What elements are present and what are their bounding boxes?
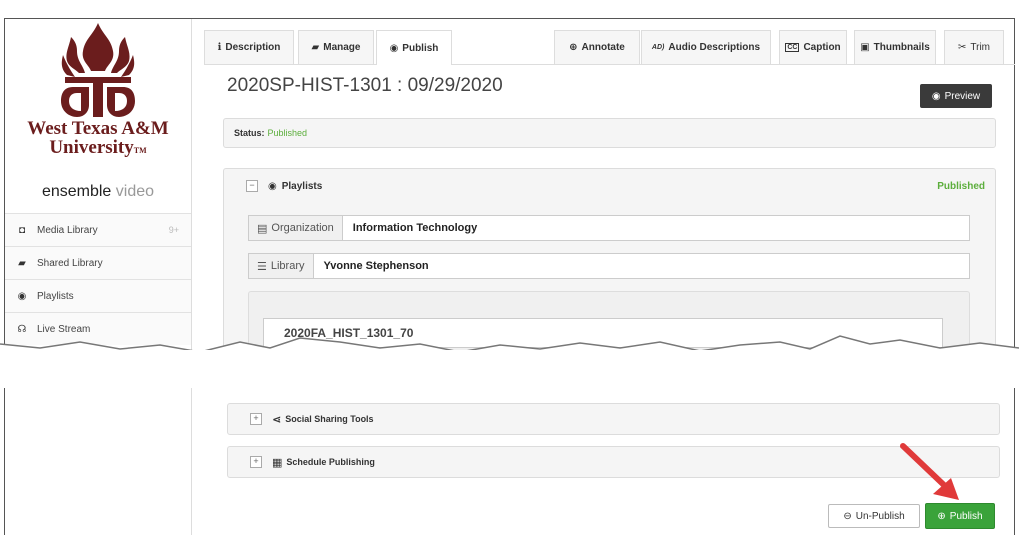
expand-icon[interactable]: + bbox=[250, 413, 262, 425]
trademark: TM bbox=[133, 146, 147, 155]
collapse-icon[interactable]: − bbox=[246, 180, 258, 192]
minus-circle-icon: ⊖ bbox=[843, 510, 852, 522]
playlists-header[interactable]: − ◉ Playlists Published bbox=[224, 169, 995, 203]
audio-description-icon: AD) bbox=[651, 44, 665, 51]
status-panel: Status: Published bbox=[223, 118, 996, 148]
tab-bar: ℹ Description ▰ Manage ◉ Publish ⊕ Annotate … bbox=[204, 30, 1015, 65]
university-logo: West Texas A&M UniversityTM ensemble vid… bbox=[5, 19, 191, 209]
preview-button[interactable]: ◉ Preview bbox=[920, 84, 992, 108]
red-arrow-annotation bbox=[900, 443, 959, 500]
schedule-publishing-panel[interactable]: + ▦ Schedule Publishing bbox=[227, 446, 1000, 478]
sidebar: West Texas A&M UniversityTM ensemble vid… bbox=[5, 19, 192, 535]
image-icon: ▣ bbox=[860, 42, 870, 53]
sidebar-item-media-library[interactable]: ◘ Media Library 9+ bbox=[5, 213, 191, 246]
cc-icon: CC bbox=[785, 43, 800, 52]
unpublish-button[interactable]: ⊖ Un-Publish bbox=[828, 504, 920, 528]
calendar-icon: ▦ bbox=[272, 456, 283, 469]
publish-button[interactable]: ⊕ Publish bbox=[925, 503, 995, 529]
globe-icon: ◉ bbox=[268, 180, 277, 192]
organization-label: ▤ Organization bbox=[249, 216, 343, 240]
tab-trim[interactable]: ✂ Trim bbox=[944, 30, 1004, 64]
sidebar-item-shared-library[interactable]: ▰ Shared Library bbox=[5, 246, 191, 279]
playlists-title: Playlists bbox=[281, 180, 323, 192]
product-name: ensemble video bbox=[41, 183, 155, 200]
tab-thumbnails[interactable]: ▣ Thumbnails bbox=[854, 30, 936, 64]
upload-circle-icon: ⊕ bbox=[937, 510, 946, 522]
building-icon: ▤ bbox=[257, 222, 268, 235]
university-name-line1: West Texas A&M bbox=[27, 118, 169, 139]
eye-icon: ◉ bbox=[931, 90, 941, 102]
globe-icon: ◉ bbox=[17, 290, 27, 302]
university-name-line2: UniversityTM bbox=[49, 137, 147, 158]
folder-icon: ▰ bbox=[18, 257, 26, 269]
social-sharing-title: Social Sharing Tools bbox=[285, 414, 374, 424]
share-icon: ⋖ bbox=[272, 413, 282, 426]
flame-logo-icon bbox=[61, 23, 135, 117]
tab-caption[interactable]: CC Caption bbox=[779, 30, 847, 64]
sidebar-item-label: Shared Library bbox=[37, 257, 103, 269]
media-library-icon: ◘ bbox=[18, 224, 26, 236]
library-label: ☰ Library bbox=[249, 254, 314, 278]
tab-annotate[interactable]: ⊕ Annotate bbox=[554, 30, 640, 64]
tab-description[interactable]: ℹ Description bbox=[204, 30, 294, 64]
globe-icon: ◉ bbox=[389, 42, 399, 54]
schedule-publishing-title: Schedule Publishing bbox=[286, 457, 375, 467]
status-label: Status: bbox=[234, 128, 265, 138]
media-count-badge: 9+ bbox=[168, 225, 179, 235]
playlists-state: Published bbox=[937, 180, 985, 192]
tab-audio-descriptions[interactable]: AD) Audio Descriptions bbox=[641, 30, 771, 64]
library-field[interactable]: ☰ Library Yvonne Stephenson bbox=[248, 253, 970, 279]
organization-field[interactable]: ▤ Organization Information Technology bbox=[248, 215, 970, 241]
library-value: Yvonne Stephenson bbox=[323, 260, 429, 272]
scissors-icon: ✂ bbox=[957, 42, 967, 53]
sidebar-item-label: Playlists bbox=[37, 290, 74, 302]
sidebar-item-label: Media Library bbox=[37, 224, 98, 236]
info-icon: ℹ bbox=[217, 42, 222, 53]
torn-edge bbox=[0, 335, 1019, 388]
status-value: Published bbox=[267, 128, 308, 138]
sidebar-item-playlists[interactable]: ◉ Playlists bbox=[5, 279, 191, 312]
tab-publish[interactable]: ◉ Publish bbox=[376, 30, 452, 65]
organization-value: Information Technology bbox=[352, 222, 478, 234]
folder-icon: ▰ bbox=[311, 42, 320, 53]
search-plus-icon: ⊕ bbox=[569, 42, 578, 53]
list-icon: ☰ bbox=[257, 260, 267, 273]
expand-icon[interactable]: + bbox=[250, 456, 262, 468]
tab-manage[interactable]: ▰ Manage bbox=[298, 30, 374, 64]
page-title: 2020SP-HIST-1301 : 09/29/2020 bbox=[227, 75, 503, 96]
social-sharing-panel[interactable]: + ⋖ Social Sharing Tools bbox=[227, 403, 1000, 435]
